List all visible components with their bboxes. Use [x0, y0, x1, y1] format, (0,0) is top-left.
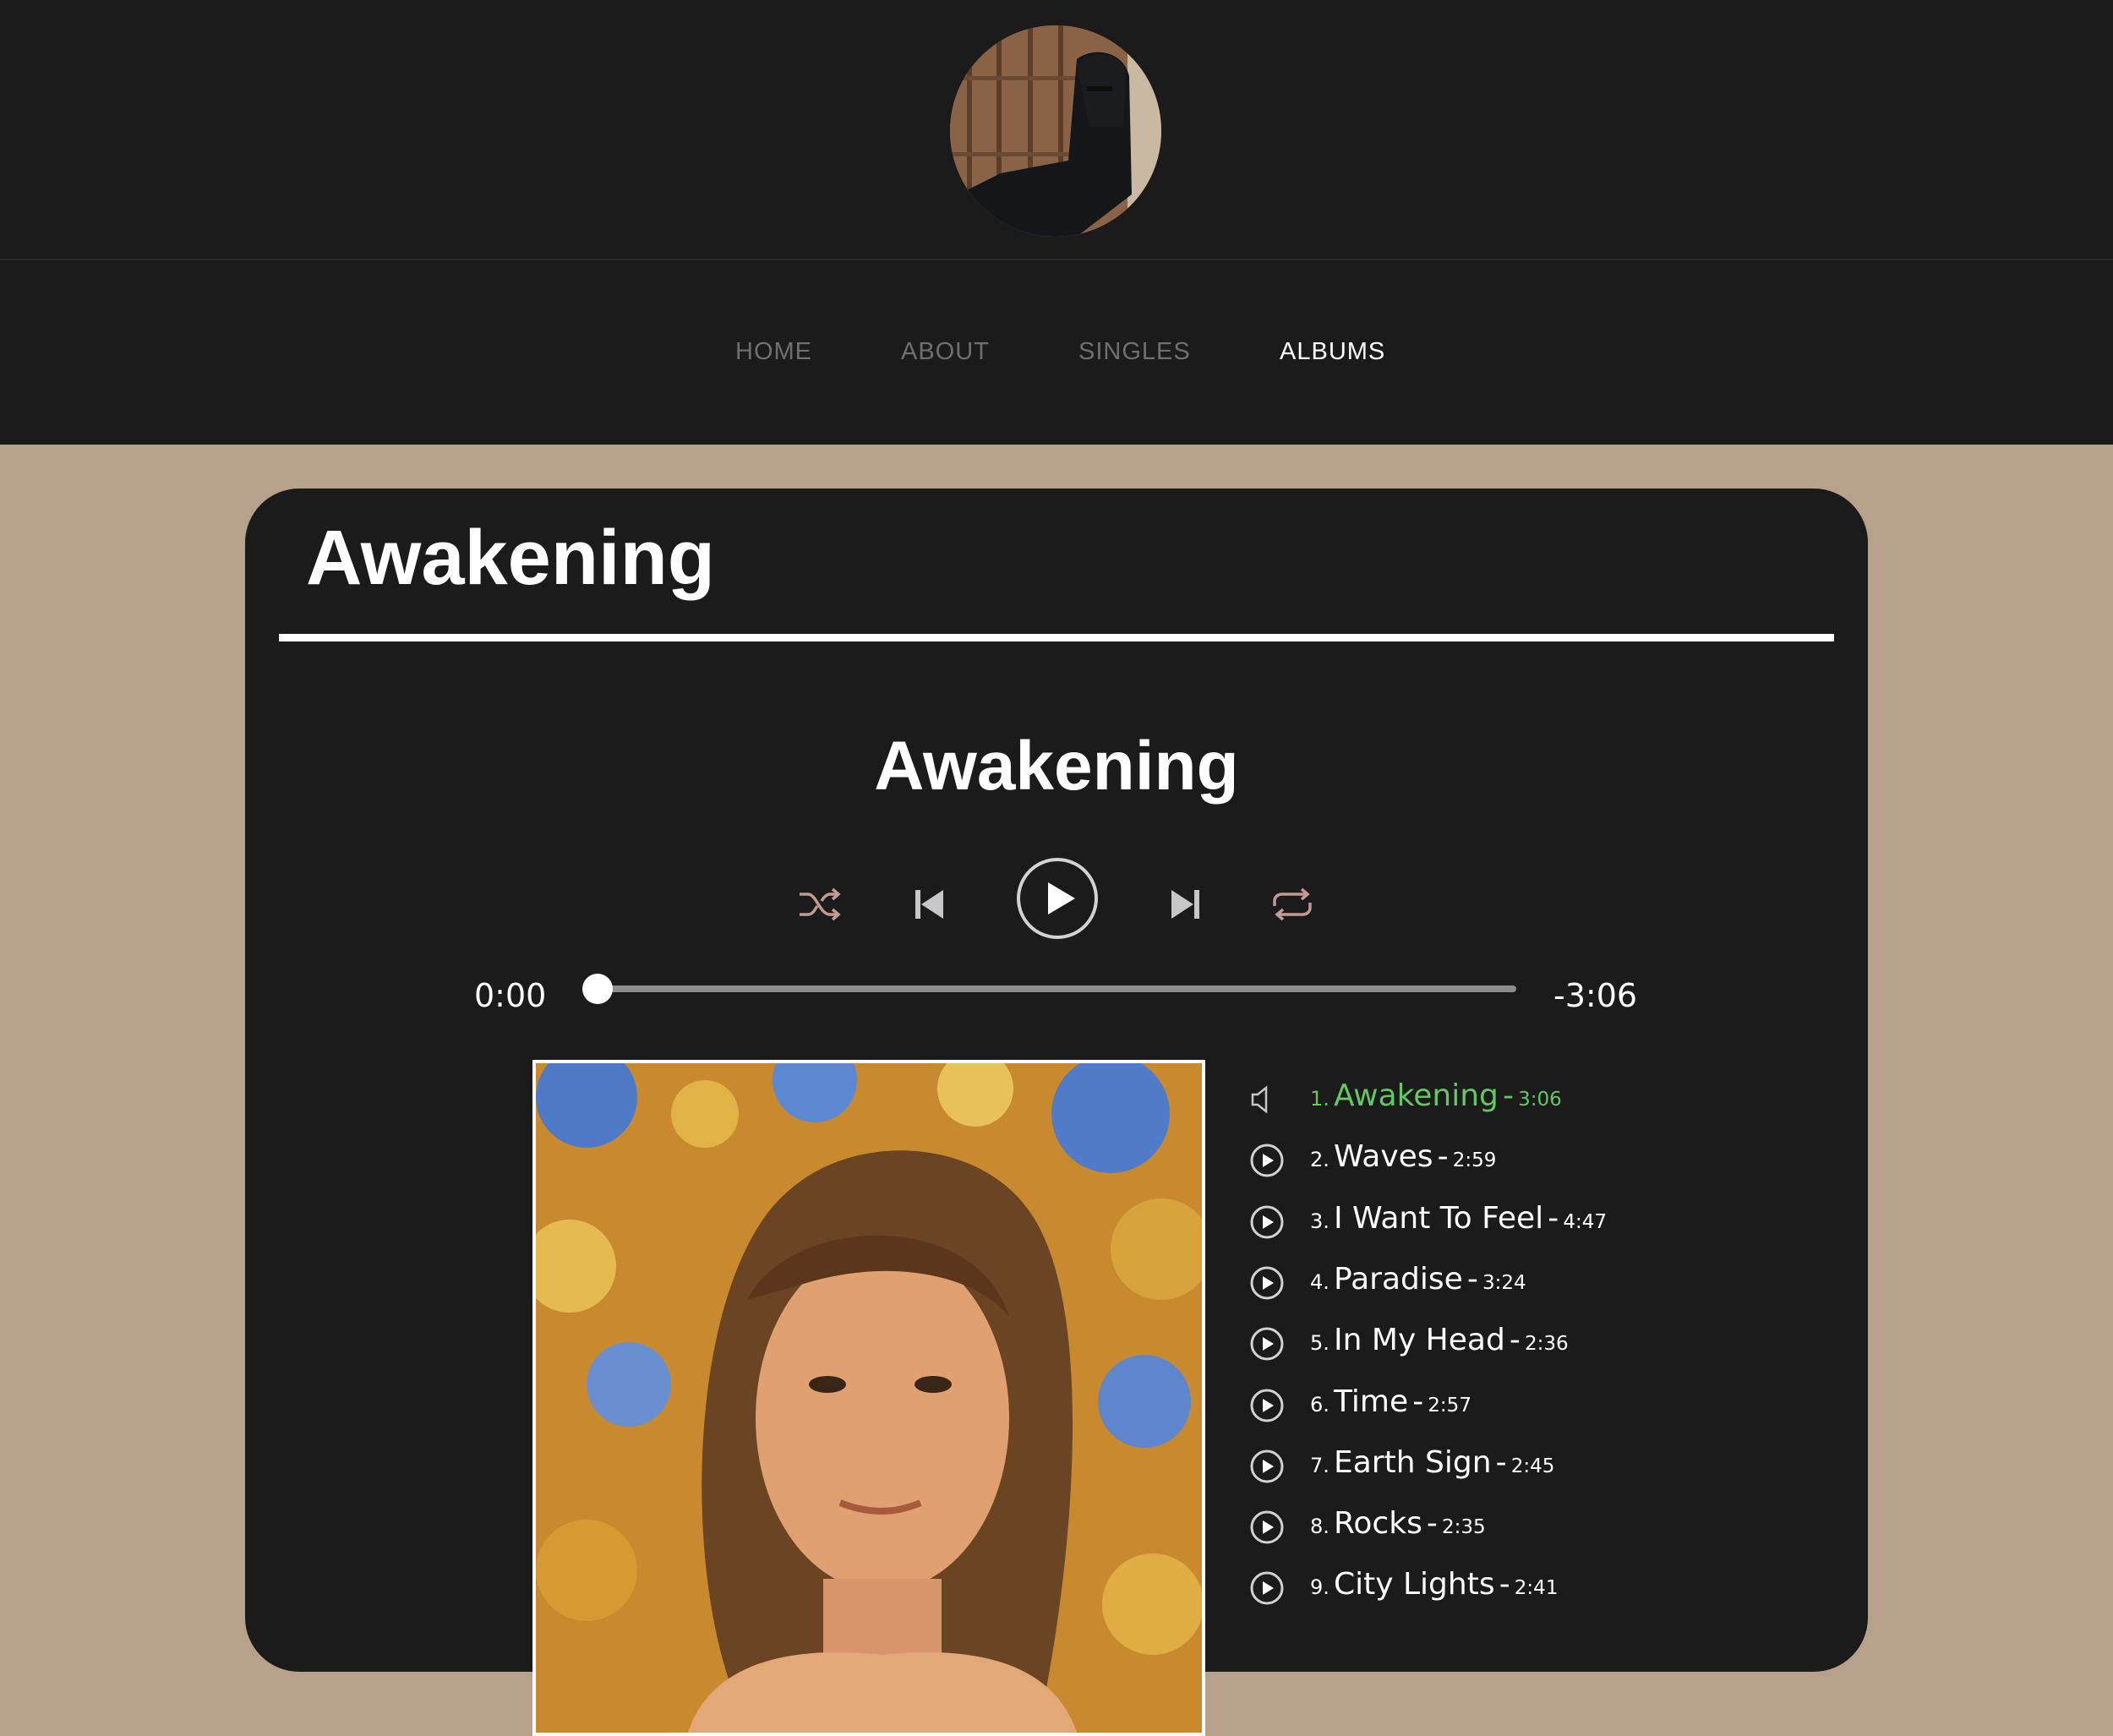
progress-slider[interactable] — [582, 974, 1516, 1004]
track-play-icon[interactable] — [1249, 1388, 1285, 1423]
track-separator: - — [1502, 1078, 1514, 1113]
track-title: Earth Sign — [1334, 1445, 1492, 1480]
track-number: 3. — [1310, 1209, 1329, 1233]
track-text: 1. Awakening - 3:06 — [1310, 1078, 1562, 1113]
track-play-icon[interactable] — [1249, 1570, 1285, 1606]
track-separator: - — [1495, 1445, 1507, 1480]
shuffle-icon — [800, 887, 841, 921]
track-number: 8. — [1310, 1515, 1329, 1538]
track-number: 6. — [1310, 1393, 1329, 1417]
repeat-button[interactable] — [1268, 884, 1317, 925]
track-title: Time — [1334, 1384, 1409, 1419]
next-button[interactable] — [1168, 884, 1202, 925]
track-separator: - — [1466, 1262, 1478, 1297]
progress-thumb[interactable] — [582, 974, 613, 1004]
track-separator: - — [1426, 1506, 1438, 1541]
track-duration: 2:59 — [1452, 1149, 1497, 1171]
previous-button[interactable] — [913, 884, 947, 925]
track-play-icon[interactable] — [1249, 1509, 1285, 1545]
main-nav: HOME ABOUT SINGLES ALBUMS — [0, 260, 2113, 445]
album-cover-photo — [536, 1063, 1202, 1733]
site-header: HOME ABOUT SINGLES ALBUMS — [0, 0, 2113, 445]
track-row[interactable]: 5. In My Head - 2:36 — [1249, 1318, 1841, 1368]
album-cover — [532, 1060, 1205, 1736]
elapsed-time: 0:00 — [474, 977, 547, 1014]
track-separator: - — [1412, 1384, 1424, 1419]
track-title: Rocks — [1334, 1506, 1422, 1541]
heading-divider — [279, 634, 1834, 641]
track-row[interactable]: 3. I Want To Feel - 4:47 — [1249, 1196, 1841, 1247]
track-duration: 2:45 — [1510, 1455, 1555, 1477]
track-title: I Want To Feel — [1334, 1201, 1544, 1236]
track-title: Waves — [1334, 1139, 1433, 1174]
track-play-icon[interactable] — [1249, 1326, 1285, 1362]
track-row[interactable]: 9. City Lights - 2:41 — [1249, 1562, 1841, 1613]
track-number: 9. — [1310, 1575, 1329, 1599]
play-button[interactable] — [1016, 857, 1099, 940]
avatar-photo — [950, 25, 1161, 237]
track-number: 5. — [1310, 1331, 1329, 1355]
track-title: Paradise — [1334, 1262, 1463, 1297]
play-icon — [1017, 858, 1098, 939]
repeat-icon — [1273, 887, 1312, 921]
track-separator: - — [1437, 1139, 1449, 1174]
track-duration: 2:41 — [1514, 1577, 1559, 1599]
track-text: 5. In My Head - 2:36 — [1310, 1323, 1569, 1357]
track-title: In My Head — [1334, 1323, 1505, 1357]
track-title: City Lights — [1334, 1567, 1495, 1602]
album-card: Awakening Awakening 0:00 -3:06 1. Awaken… — [245, 489, 1868, 1736]
remaining-time: -3:06 — [1553, 977, 1638, 1014]
track-play-icon[interactable] — [1249, 1265, 1285, 1301]
nav-albums[interactable]: ALBUMS — [1280, 338, 1385, 366]
track-row[interactable]: 4. Paradise - 3:24 — [1249, 1257, 1841, 1307]
track-number: 2. — [1310, 1148, 1329, 1171]
track-text: 2. Waves - 2:59 — [1310, 1139, 1496, 1174]
track-duration: 2:35 — [1442, 1516, 1486, 1538]
track-duration: 3:24 — [1482, 1272, 1526, 1294]
nav-singles[interactable]: SINGLES — [1078, 338, 1191, 366]
header-top — [0, 0, 2113, 260]
speaker-icon[interactable] — [1249, 1082, 1285, 1117]
next-icon — [1171, 890, 1199, 919]
nav-home[interactable]: HOME — [735, 338, 812, 366]
track-row[interactable]: 6. Time - 2:57 — [1249, 1379, 1841, 1430]
track-play-icon[interactable] — [1249, 1449, 1285, 1484]
track-title: Awakening — [1334, 1078, 1499, 1113]
track-text: 3. I Want To Feel - 4:47 — [1310, 1201, 1607, 1236]
shuffle-button[interactable] — [796, 884, 844, 925]
track-separator: - — [1499, 1567, 1510, 1602]
track-row[interactable]: 1. Awakening - 3:06 — [1249, 1073, 1841, 1124]
track-duration: 2:57 — [1428, 1395, 1471, 1417]
track-duration: 3:06 — [1518, 1089, 1562, 1111]
previous-icon — [915, 890, 943, 919]
track-text: 4. Paradise - 3:24 — [1310, 1262, 1526, 1297]
track-row[interactable]: 2. Waves - 2:59 — [1249, 1134, 1841, 1185]
album-heading: Awakening — [306, 515, 715, 601]
nav-about[interactable]: ABOUT — [901, 338, 990, 366]
track-separator: - — [1548, 1201, 1559, 1236]
track-play-icon[interactable] — [1249, 1143, 1285, 1178]
track-row[interactable]: 8. Rocks - 2:35 — [1249, 1501, 1841, 1552]
player-title: Awakening — [874, 728, 1239, 805]
track-text: 8. Rocks - 2:35 — [1310, 1506, 1486, 1541]
track-play-icon[interactable] — [1249, 1204, 1285, 1240]
track-number: 7. — [1310, 1454, 1329, 1477]
track-duration: 4:47 — [1563, 1211, 1608, 1233]
track-separator: - — [1509, 1323, 1521, 1357]
track-row[interactable]: 7. Earth Sign - 2:45 — [1249, 1440, 1841, 1491]
track-duration: 2:36 — [1525, 1333, 1569, 1355]
track-text: 9. City Lights - 2:41 — [1310, 1567, 1558, 1602]
track-number: 1. — [1310, 1087, 1329, 1111]
artist-avatar[interactable] — [950, 25, 1161, 237]
track-number: 4. — [1310, 1270, 1329, 1294]
track-text: 7. Earth Sign - 2:45 — [1310, 1445, 1554, 1480]
track-text: 6. Time - 2:57 — [1310, 1384, 1471, 1419]
